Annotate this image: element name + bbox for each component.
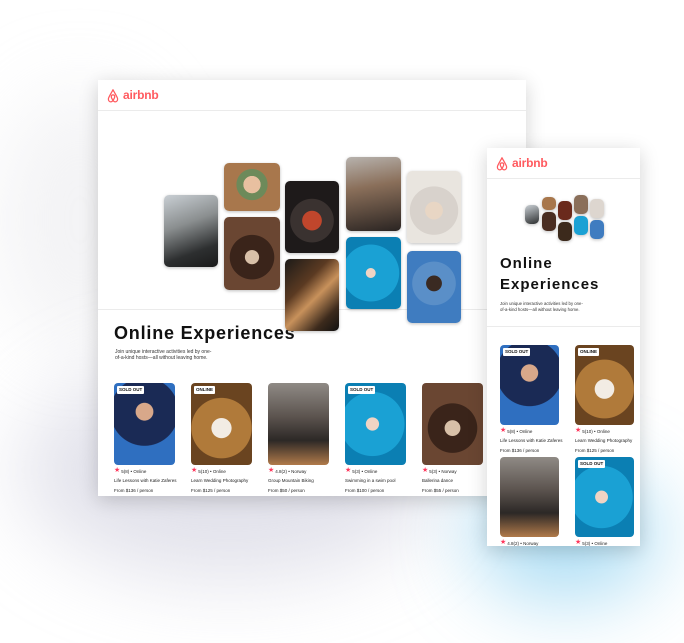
divider [487,326,640,327]
hero-image-food-bowl [285,181,339,253]
star-icon: ★ [114,467,121,474]
status-badge: SOLD OUT [117,386,145,394]
hero-image-swimmer [574,216,588,235]
card-price: From $136 / person [500,448,540,453]
star-icon: ★ [268,467,275,474]
mobile-hero-collage [487,179,640,253]
experience-list: SOLD OUT ★ 5(8) • Online Life Lessons wit… [114,383,483,493]
experience-image-ballerina [422,383,483,465]
experience-image-bride: ONLINE [575,345,634,425]
experience-card[interactable]: SOLD OUT ★ 5(8) • Online Life Lessons wit… [500,345,563,453]
star-icon: ★ [500,539,507,546]
mobile-top-nav: airbnb [487,148,640,179]
star-icon: ★ [191,467,198,474]
card-rating: 5(8) • Online [121,468,147,474]
card-title: Learn Wedding Photography [575,438,633,443]
experience-image-swimmer: SOLD OUT [114,383,175,465]
top-nav: airbnb [98,80,526,111]
card-rating: 4.8(2) • Norway [275,468,307,474]
card-rating: 5(8) • Online [507,428,533,434]
experience-card[interactable]: SOLD OUT ★ 5(8) • Online Life Lessons wit… [114,383,177,493]
desktop-preview: airbnb Online Experiences Join unique in… [98,80,526,496]
experience-image-pool: SOLD OUT [345,383,406,465]
card-title: Swimming in a swim pool [345,478,396,483]
experience-card[interactable]: ONLINE ★ 5(10) • Online Learn Wedding Pho… [191,383,252,493]
airbnb-logo-icon [107,88,119,102]
hero-image-guitar [558,222,572,241]
card-price: From $125 / person [191,488,231,493]
hero-image-woman [224,163,280,211]
mobile-experience-list: SOLD OUT ★ 5(8) • Online Life Lessons wit… [500,345,634,546]
card-title: Learn Wedding Photography [191,478,249,483]
card-rating: 5(10) • Online [582,428,610,434]
experience-image-bike [500,457,559,537]
star-icon: ★ [575,427,582,434]
hero-image-ballerina-door [224,217,280,290]
card-title: Life Lessons with Katie Zaferes [500,438,563,443]
airbnb-logo[interactable]: airbnb [106,88,159,103]
experience-image-bike [268,383,329,465]
experience-image-swimmer: SOLD OUT [500,345,559,425]
star-icon: ★ [575,539,582,546]
experience-card[interactable]: ★ 4.8(2) • Norway Group Mountain Biking F… [268,383,329,493]
star-icon: ★ [345,467,352,474]
card-rating: 5(3) • Online [352,468,378,474]
airbnb-logo[interactable]: airbnb [495,156,548,171]
experience-image-pool: SOLD OUT [575,457,634,537]
experience-card[interactable]: ★ 5(3) • Norway Ballerina dance From $55 … [422,383,483,493]
card-price: From $125 / person [575,448,615,453]
star-icon: ★ [500,427,507,434]
card-rating: 5(3) • Online [582,540,608,546]
mobile-page-title: Online Experiences [500,255,600,293]
hero-image-yoga [590,199,604,218]
mobile-page-subtitle: Join unique interactive activities led b… [500,301,583,312]
experience-card[interactable]: SOLD OUT ★ 5(3) • Online [575,457,634,546]
card-price: From $55 / person [422,488,459,493]
hero-image-ballerina-door [542,212,556,231]
hero-image-microphone [346,157,401,231]
logo-text: airbnb [123,88,159,102]
experience-card[interactable]: SOLD OUT ★ 5(3) • Online Swimming in a sw… [345,383,406,493]
experience-card[interactable]: ★ 4.8(2) • Norway [500,457,559,546]
card-price: From $136 / person [114,488,154,493]
hero-image-singer [407,251,461,323]
experience-card[interactable]: ONLINE ★ 5(10) • Online Learn Wedding Pho… [575,345,634,453]
card-rating: 5(3) • Norway [429,468,457,474]
hero-image-guitar [285,259,339,331]
hero-image-microphone [574,195,588,214]
hero-image-swimmer [346,237,401,309]
hero-collage [98,111,526,331]
hero-image-singer [590,220,604,239]
airbnb-logo-icon [496,156,508,170]
logo-text: airbnb [512,156,548,170]
status-badge: SOLD OUT [348,386,376,394]
hero-image-cooking [525,205,539,224]
star-icon: ★ [422,467,429,474]
hero-image-woman [542,197,556,210]
card-title: Life Lessons with Katie Zaferes [114,478,177,483]
status-badge: ONLINE [194,386,216,394]
hero-image-yoga [407,171,461,243]
card-price: From $50 / person [268,488,305,493]
card-price: From $100 / person [345,488,385,493]
mobile-preview: airbnb Online Experiences Join unique in… [487,148,640,546]
hero-image-food-bowl [558,201,572,220]
page-subtitle: Join unique interactive activities led b… [115,349,212,361]
status-badge: ONLINE [578,348,600,356]
status-badge: SOLD OUT [503,348,531,356]
card-title: Group Mountain Biking [268,478,314,483]
card-rating: 4.8(2) • Norway [507,540,539,546]
card-title: Ballerina dance [422,478,454,483]
experience-image-bride: ONLINE [191,383,252,465]
hero-image-cooking [164,195,218,267]
status-badge: SOLD OUT [578,460,606,468]
card-rating: 5(10) • Online [198,468,226,474]
